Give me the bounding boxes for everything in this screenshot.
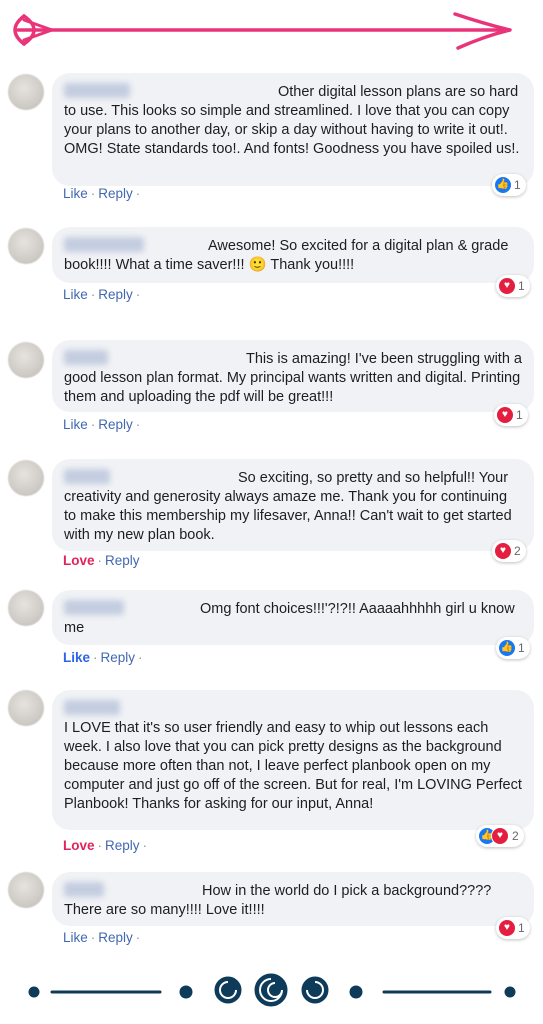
author-name[interactable] — [64, 237, 144, 252]
like-link[interactable]: Like — [63, 650, 90, 665]
ornament-divider — [28, 973, 516, 1007]
reply-link[interactable]: Reply — [101, 650, 136, 665]
reply-link[interactable]: Reply — [105, 838, 140, 853]
comment-text: So exciting, so pretty and so helpful!! … — [64, 470, 512, 543]
avatar[interactable] — [8, 460, 44, 496]
avatar[interactable] — [8, 74, 44, 110]
reply-link[interactable]: Reply — [105, 553, 140, 568]
reaction-badge[interactable]: ♥ 1 — [496, 275, 530, 297]
like-icon: 👍 — [495, 177, 511, 193]
avatar[interactable] — [8, 590, 44, 626]
reply-link[interactable]: Reply — [98, 287, 133, 302]
love-icon: ♥ — [497, 407, 513, 423]
reaction-badge[interactable]: ♥ 1 — [496, 917, 530, 939]
author-name[interactable] — [64, 700, 120, 715]
like-link[interactable]: Like — [63, 930, 88, 945]
reaction-count: 1 — [516, 408, 523, 422]
comment-actions: Love · Reply · — [63, 838, 148, 853]
love-icon: ♥ — [491, 827, 509, 845]
reaction-badge[interactable]: ♥ 1 — [494, 404, 528, 426]
reaction-badge[interactable]: ♥ 2 — [492, 540, 526, 562]
comment-actions: Love · Reply — [63, 553, 140, 568]
like-link[interactable]: Like — [63, 287, 88, 302]
reply-link[interactable]: Reply — [98, 186, 133, 201]
comment-text: How in the world do I pick a background?… — [64, 883, 492, 918]
arrow-decoration — [13, 12, 512, 50]
reaction-badge[interactable]: 👍 1 — [496, 637, 530, 659]
like-icon: 👍 — [499, 640, 515, 656]
author-name[interactable] — [64, 882, 104, 897]
comment-text: This is amazing! I've been struggling wi… — [64, 351, 522, 405]
avatar[interactable] — [8, 228, 44, 264]
love-link[interactable]: Love — [63, 553, 95, 568]
reaction-count: 1 — [518, 641, 525, 655]
avatar[interactable] — [8, 342, 44, 378]
reaction-badge[interactable]: 👍 1 — [492, 174, 526, 196]
comment-bubble: This is amazing! I've been struggling wi… — [52, 340, 534, 412]
comment-bubble: Awesome! So excited for a digital plan &… — [52, 227, 534, 283]
like-link[interactable]: Like — [63, 186, 88, 201]
avatar[interactable] — [8, 690, 44, 726]
reaction-count: 1 — [514, 178, 521, 192]
comment-bubble: How in the world do I pick a background?… — [52, 872, 534, 926]
love-icon: ♥ — [499, 278, 515, 294]
reply-link[interactable]: Reply — [98, 930, 133, 945]
comment-bubble: Omg font choices!!!'?!?!! Aaaaahhhhh gir… — [52, 590, 534, 645]
comment-actions: Like · Reply · — [63, 417, 141, 432]
comment-actions: Like · Reply · — [63, 930, 141, 945]
comment-actions: Like · Reply · — [63, 650, 143, 665]
reaction-count: 1 — [518, 921, 525, 935]
author-name[interactable] — [64, 469, 110, 484]
avatar[interactable] — [8, 872, 44, 908]
reaction-count: 2 — [514, 544, 521, 558]
comment-actions: Like · Reply · — [63, 186, 141, 201]
comment-actions: Like · Reply · — [63, 287, 141, 302]
love-icon: ♥ — [499, 920, 515, 936]
comment-bubble: So exciting, so pretty and so helpful!! … — [52, 459, 534, 551]
reaction-badge[interactable]: 👍 ♥ 2 — [476, 825, 524, 847]
author-name[interactable] — [64, 600, 124, 615]
comment-bubble: I LOVE that it's so user friendly and ea… — [52, 690, 534, 830]
comment-text: I LOVE that it's so user friendly and ea… — [64, 720, 522, 812]
reaction-count: 1 — [518, 279, 525, 293]
love-icon: ♥ — [495, 543, 511, 559]
author-name[interactable] — [64, 83, 130, 98]
author-name[interactable] — [64, 350, 108, 365]
comment-text: Omg font choices!!!'?!?!! Aaaaahhhhh gir… — [64, 601, 515, 636]
like-link[interactable]: Like — [63, 417, 88, 432]
reply-link[interactable]: Reply — [98, 417, 133, 432]
love-link[interactable]: Love — [63, 838, 95, 853]
comment-text: Other digital lesson plans are so hard t… — [64, 84, 520, 157]
reaction-count: 2 — [512, 829, 519, 843]
comment-bubble: Other digital lesson plans are so hard t… — [52, 73, 534, 186]
